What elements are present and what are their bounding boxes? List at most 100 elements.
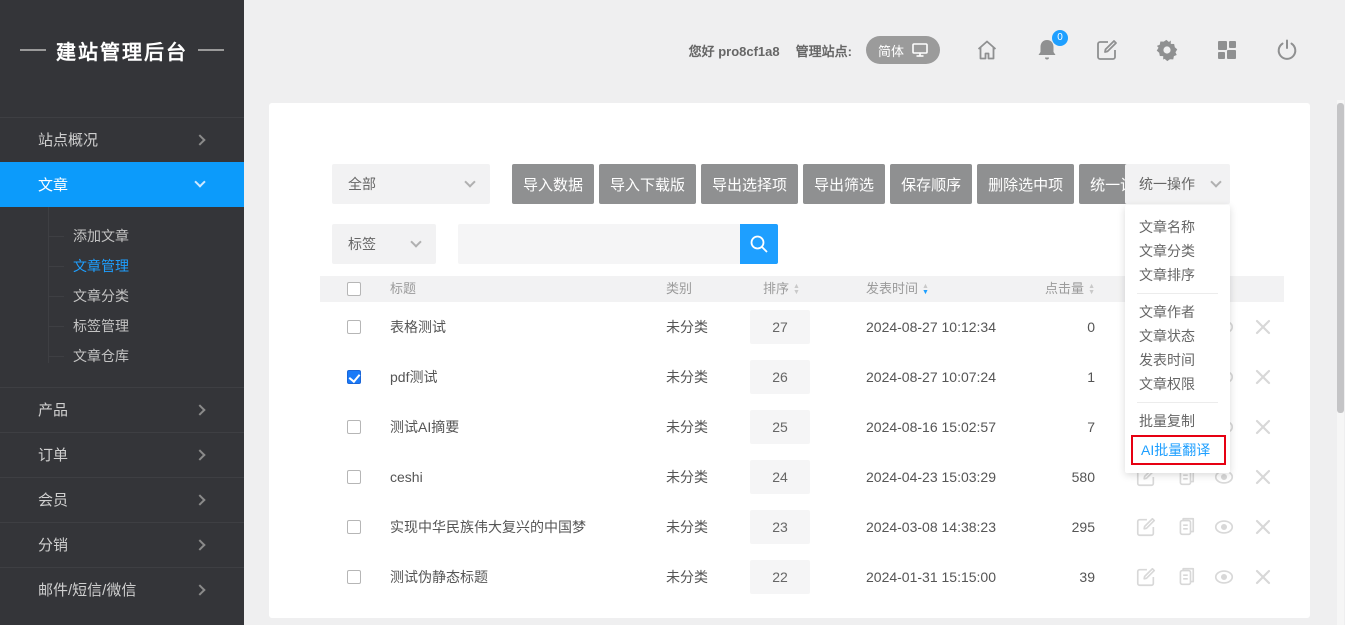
order-input[interactable]: 26 [750, 360, 810, 394]
publish-time: 2024-01-31 15:15:00 [866, 552, 996, 602]
select-all-checkbox[interactable] [347, 282, 361, 296]
menu-item-batch-copy[interactable]: 批量复制 [1125, 409, 1230, 433]
sidebar-item-products[interactable]: 产品 [0, 387, 244, 432]
article-title[interactable]: 表格测试 [390, 302, 446, 352]
click-count: 0 [1035, 302, 1095, 352]
tag-filter-select[interactable]: 标签 [332, 224, 436, 264]
compose-icon[interactable] [1094, 37, 1120, 63]
row-actions [1135, 566, 1274, 588]
order-input[interactable]: 24 [750, 460, 810, 494]
menu-item-ai-batch-translate[interactable]: AI批量翻译 [1131, 435, 1226, 465]
delete-icon[interactable] [1252, 466, 1274, 488]
export-filtered-button[interactable]: 导出筛选 [803, 164, 885, 204]
sidebar-item-label: 订单 [38, 447, 68, 464]
sidebar-item-members[interactable]: 会员 [0, 477, 244, 522]
menu-item-publish-time[interactable]: 发表时间 [1125, 348, 1230, 372]
chevron-right-icon [194, 494, 205, 505]
click-count: 295 [1035, 502, 1095, 552]
chevron-right-icon [194, 539, 205, 550]
bulk-action-dropdown[interactable]: 统一操作 [1125, 164, 1230, 204]
scrollbar-thumb[interactable] [1337, 103, 1344, 413]
sidebar-item-mail-sms-wechat[interactable]: 邮件/短信/微信 [0, 567, 244, 612]
click-count: 1 [1035, 352, 1095, 402]
category-filter-select[interactable]: 全部 [332, 164, 490, 204]
header-order[interactable]: 排序▲▼ [763, 276, 800, 302]
app-logo: 建站管理后台 [0, 0, 244, 100]
sidebar-item-site-overview[interactable]: 站点概况 [0, 117, 244, 162]
sidebar-item-articles[interactable]: 文章 [0, 162, 244, 207]
article-title[interactable]: ceshi [390, 452, 423, 502]
article-title[interactable]: 测试伪静态标题 [390, 552, 488, 602]
submenu-item-tag-management[interactable]: 标签管理 [0, 311, 244, 341]
sort-arrows: ▲▼ [793, 284, 800, 296]
search-button[interactable] [740, 224, 778, 264]
row-checkbox[interactable] [347, 320, 361, 334]
delete-selected-button[interactable]: 删除选中项 [977, 164, 1074, 204]
sort-arrows: ▲▼ [922, 284, 929, 296]
row-checkbox[interactable] [347, 520, 361, 534]
delete-icon[interactable] [1252, 566, 1274, 588]
article-title[interactable]: pdf测试 [390, 352, 437, 402]
menu-item-article-category[interactable]: 文章分类 [1125, 239, 1230, 263]
menu-divider [1137, 293, 1218, 294]
delete-icon[interactable] [1252, 316, 1274, 338]
menu-item-article-order[interactable]: 文章排序 [1125, 263, 1230, 287]
home-icon[interactable] [974, 37, 1000, 63]
row-checkbox[interactable] [347, 570, 361, 584]
publish-time: 2024-08-16 15:02:57 [866, 402, 996, 452]
menu-item-article-author[interactable]: 文章作者 [1125, 300, 1230, 324]
table-row: 测试伪静态标题 未分类 22 2024-01-31 15:15:00 39 [320, 552, 1284, 602]
submenu-item-article-warehouse[interactable]: 文章仓库 [0, 341, 244, 371]
power-icon[interactable] [1274, 37, 1300, 63]
grid-icon[interactable] [1214, 37, 1240, 63]
sidebar-item-distribution[interactable]: 分销 [0, 522, 244, 567]
order-input[interactable]: 25 [750, 410, 810, 444]
copy-icon[interactable] [1174, 516, 1196, 538]
order-input[interactable]: 27 [750, 310, 810, 344]
chevron-down-icon [194, 176, 205, 187]
delete-icon[interactable] [1252, 366, 1274, 388]
bulk-action-label: 统一操作 [1139, 176, 1195, 192]
import-data-button[interactable]: 导入数据 [512, 164, 594, 204]
sidebar-item-orders[interactable]: 订单 [0, 432, 244, 477]
edit-icon[interactable] [1135, 566, 1157, 588]
row-checkbox[interactable] [347, 370, 361, 384]
monitor-icon [912, 43, 928, 57]
preview-icon[interactable] [1213, 566, 1235, 588]
delete-icon[interactable] [1252, 516, 1274, 538]
search-input[interactable] [458, 224, 740, 264]
submenu-item-article-category[interactable]: 文章分类 [0, 281, 244, 311]
sidebar-item-label: 站点概况 [38, 132, 98, 149]
sidebar-item-label: 产品 [38, 402, 68, 419]
article-category: 未分类 [666, 302, 708, 352]
language-toggle[interactable]: 简体 [866, 36, 940, 64]
menu-item-article-name[interactable]: 文章名称 [1125, 215, 1230, 239]
article-title[interactable]: 测试AI摘要 [390, 402, 459, 452]
header-publish-time[interactable]: 发表时间▲▼ [866, 276, 929, 302]
bell-icon[interactable]: 0 [1034, 37, 1060, 63]
menu-item-article-permission[interactable]: 文章权限 [1125, 372, 1230, 396]
submenu-item-add-article[interactable]: 添加文章 [0, 221, 244, 251]
order-input[interactable]: 23 [750, 510, 810, 544]
export-selected-button[interactable]: 导出选择项 [701, 164, 798, 204]
row-checkbox[interactable] [347, 420, 361, 434]
row-checkbox[interactable] [347, 470, 361, 484]
vertical-scrollbar[interactable] [1337, 100, 1344, 625]
header-title: 标题 [390, 276, 416, 302]
menu-item-article-status[interactable]: 文章状态 [1125, 324, 1230, 348]
save-order-button[interactable]: 保存顺序 [890, 164, 972, 204]
sidebar-item-label: 分销 [38, 537, 68, 554]
copy-icon[interactable] [1174, 566, 1196, 588]
header-clicks[interactable]: 点击量▲▼ [1035, 276, 1095, 302]
bulk-action-menu: 文章名称 文章分类 文章排序 文章作者 文章状态 发表时间 文章权限 批量复制 … [1125, 205, 1230, 473]
import-download-button[interactable]: 导入下载版 [599, 164, 696, 204]
submenu-item-article-management[interactable]: 文章管理 [0, 251, 244, 281]
order-input[interactable]: 22 [750, 560, 810, 594]
preview-icon[interactable] [1213, 516, 1235, 538]
gear-icon[interactable] [1154, 37, 1180, 63]
article-category: 未分类 [666, 452, 708, 502]
edit-icon[interactable] [1135, 516, 1157, 538]
delete-icon[interactable] [1252, 416, 1274, 438]
article-title[interactable]: 实现中华民族伟大复兴的中国梦 [390, 502, 586, 552]
user-greeting: 您好 pro8cf1a8 [689, 41, 780, 60]
